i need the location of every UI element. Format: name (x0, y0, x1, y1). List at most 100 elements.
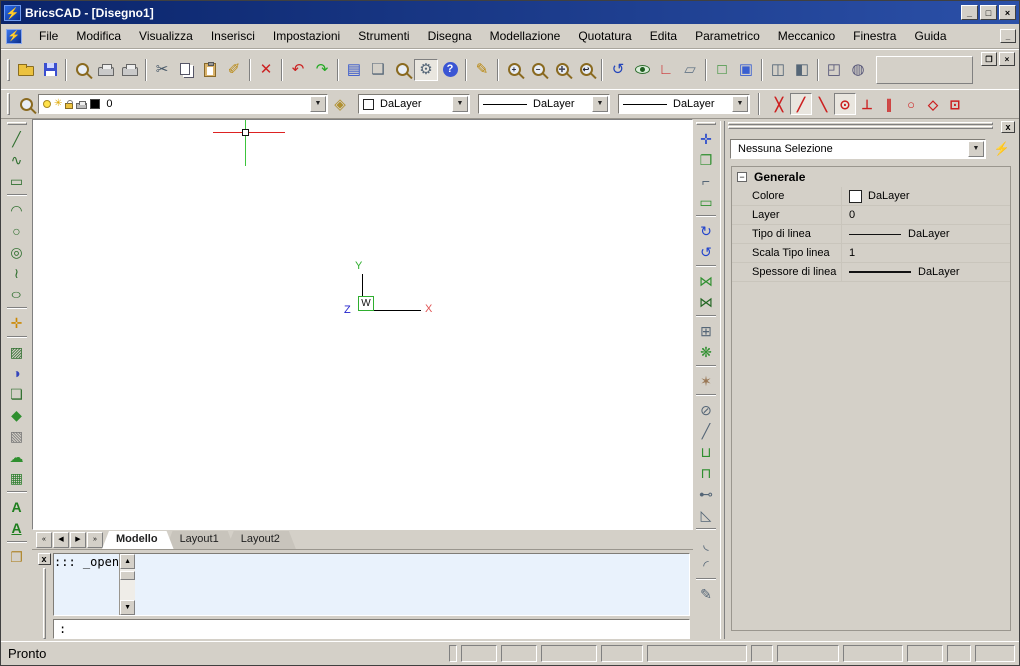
tab-nav-button[interactable]: ◀ (53, 532, 69, 548)
publish-button[interactable] (118, 59, 142, 81)
arc-button[interactable]: ◠ (5, 199, 29, 220)
menu-item[interactable]: File (30, 26, 67, 46)
break-button[interactable]: ╱ (694, 420, 718, 441)
menu-item[interactable]: Modellazione (481, 26, 570, 46)
status-cell[interactable] (751, 645, 773, 662)
command-input[interactable]: : (53, 619, 690, 639)
layout-tab[interactable]: Modello (102, 531, 174, 549)
status-cell[interactable] (777, 645, 839, 662)
status-cell[interactable] (601, 645, 643, 662)
layer-dropdown[interactable]: ✳ 0 ▼ (38, 94, 328, 114)
named-views-button[interactable]: ▱ (678, 59, 702, 81)
snap-parallel-button[interactable]: ∥ (878, 93, 900, 115)
scrollbar-track[interactable] (120, 569, 135, 600)
move-button[interactable]: ✛ (694, 128, 718, 149)
status-cell[interactable] (947, 645, 971, 662)
paste-button[interactable] (198, 59, 222, 81)
quick-select-button[interactable]: ⚡ (991, 139, 1013, 159)
print-button[interactable] (94, 59, 118, 81)
array-polar-button[interactable]: ❋ (694, 341, 718, 362)
sheet-set-button[interactable]: ❑ (366, 59, 390, 81)
polyline-button[interactable]: ∿ (5, 149, 29, 170)
edit-polyline-button[interactable]: ⊔ (694, 441, 718, 462)
selection-dropdown-arrow[interactable]: ▼ (968, 141, 984, 157)
command-panel-grip[interactable] (43, 568, 46, 639)
mirror-3d-button[interactable]: ⋈ (694, 291, 718, 312)
toolbar-grip[interactable] (7, 122, 27, 125)
open-button[interactable] (14, 59, 38, 81)
zoom-out-button[interactable]: − (526, 59, 550, 81)
spline-button[interactable]: ≀ (5, 262, 29, 283)
snap-endpoint-button[interactable]: ╱ (790, 93, 812, 115)
snap-nearest-button[interactable]: ╳ (768, 93, 790, 115)
property-value[interactable]: DaLayer (842, 228, 1010, 240)
menu-item[interactable]: Finestra (844, 26, 905, 46)
solids-button[interactable]: ◍ (846, 59, 870, 81)
circle-button[interactable]: ○ (5, 220, 29, 241)
lineweight-dropdown[interactable]: DaLayer ▼ (618, 94, 750, 114)
panel-drag-grip[interactable] (720, 121, 725, 639)
snap-center-button[interactable]: ⊙ (834, 93, 856, 115)
menu-item[interactable]: Visualizza (130, 26, 202, 46)
selection-dropdown[interactable]: Nessuna Selezione ▼ (730, 139, 986, 159)
print-preview-button[interactable] (70, 59, 94, 81)
mdi-minimize-button[interactable]: _ (1000, 29, 1016, 43)
status-cell[interactable] (501, 645, 537, 662)
help-button[interactable]: ? (438, 59, 462, 81)
status-cell[interactable] (461, 645, 497, 662)
menu-item[interactable]: Quotatura (569, 26, 640, 46)
panel-close-button[interactable]: x (1001, 121, 1015, 133)
scroll-up-button[interactable]: ▲ (120, 554, 135, 569)
layer-dropdown-arrow[interactable]: ▼ (310, 96, 326, 112)
table-button[interactable]: ▦ (5, 467, 29, 488)
collapse-group-toggle[interactable]: − (737, 172, 747, 182)
real-time-orbit-button[interactable]: ↺ (606, 59, 630, 81)
menu-item[interactable]: Strumenti (349, 26, 418, 46)
region-button[interactable]: ◆ (5, 404, 29, 425)
color-dropdown[interactable]: DaLayer ▼ (358, 94, 470, 114)
panel-grip-bar[interactable] (728, 122, 993, 125)
scrollbar-thumb[interactable] (120, 571, 135, 580)
format-painter-button[interactable]: ✐ (222, 59, 246, 81)
point-button[interactable]: ✛ (5, 312, 29, 333)
lineweight-dropdown-arrow[interactable]: ▼ (732, 96, 748, 112)
explode-button[interactable]: ✶ (694, 370, 718, 391)
command-scrollbar[interactable]: ▲ ▼ (119, 554, 135, 615)
scroll-down-button[interactable]: ▼ (120, 600, 135, 615)
status-cell[interactable] (975, 645, 1015, 662)
drawing-explorer-button[interactable]: ▤ (342, 59, 366, 81)
zoom-in-button[interactable]: + (502, 59, 526, 81)
revision-cloud-button[interactable]: ☁ (5, 446, 29, 467)
menu-item[interactable]: Meccanico (769, 26, 844, 46)
layout-tab[interactable]: Layout2 (227, 531, 296, 549)
ucs-toggle-button[interactable]: ∟ (654, 59, 678, 81)
panel-grip-bar[interactable] (728, 126, 993, 129)
wipeout-button[interactable]: ▧ (5, 425, 29, 446)
tab-nav-button[interactable]: » (87, 532, 103, 548)
status-cell[interactable] (843, 645, 903, 662)
menu-item[interactable]: Impostazioni (264, 26, 349, 46)
command-close-button[interactable]: x (38, 553, 51, 565)
minimize-button[interactable]: _ (961, 5, 978, 20)
array-rectangular-button[interactable]: ⊞ (694, 320, 718, 341)
menu-item[interactable]: Modifica (67, 26, 130, 46)
entity-group-button[interactable]: ◰ (822, 59, 846, 81)
copy-entities-button[interactable]: ❐ (694, 149, 718, 170)
toolbar-grip[interactable] (7, 93, 10, 115)
redo-button[interactable]: ↷ (310, 59, 334, 81)
snap-insertion-button[interactable]: ⊡ (944, 93, 966, 115)
tab-nav-button[interactable]: « (36, 532, 52, 548)
mtext-button[interactable]: A (5, 517, 29, 538)
linetype-dropdown[interactable]: DaLayer ▼ (478, 94, 610, 114)
property-value[interactable]: DaLayer (842, 190, 1010, 203)
menu-item[interactable]: Parametrico (686, 26, 769, 46)
undo-button[interactable]: ↶ (286, 59, 310, 81)
viewports-button[interactable]: ◧ (790, 59, 814, 81)
rectangle-button[interactable]: ▭ (5, 170, 29, 191)
cut-button[interactable]: ✂ (150, 59, 174, 81)
save-button[interactable] (38, 59, 62, 81)
sketch-button[interactable]: ✎ (694, 583, 718, 604)
join-button[interactable]: ⊓ (694, 462, 718, 483)
layout-tab[interactable]: Layout1 (166, 531, 235, 549)
zoom-window-button[interactable]: ✛ (550, 59, 574, 81)
